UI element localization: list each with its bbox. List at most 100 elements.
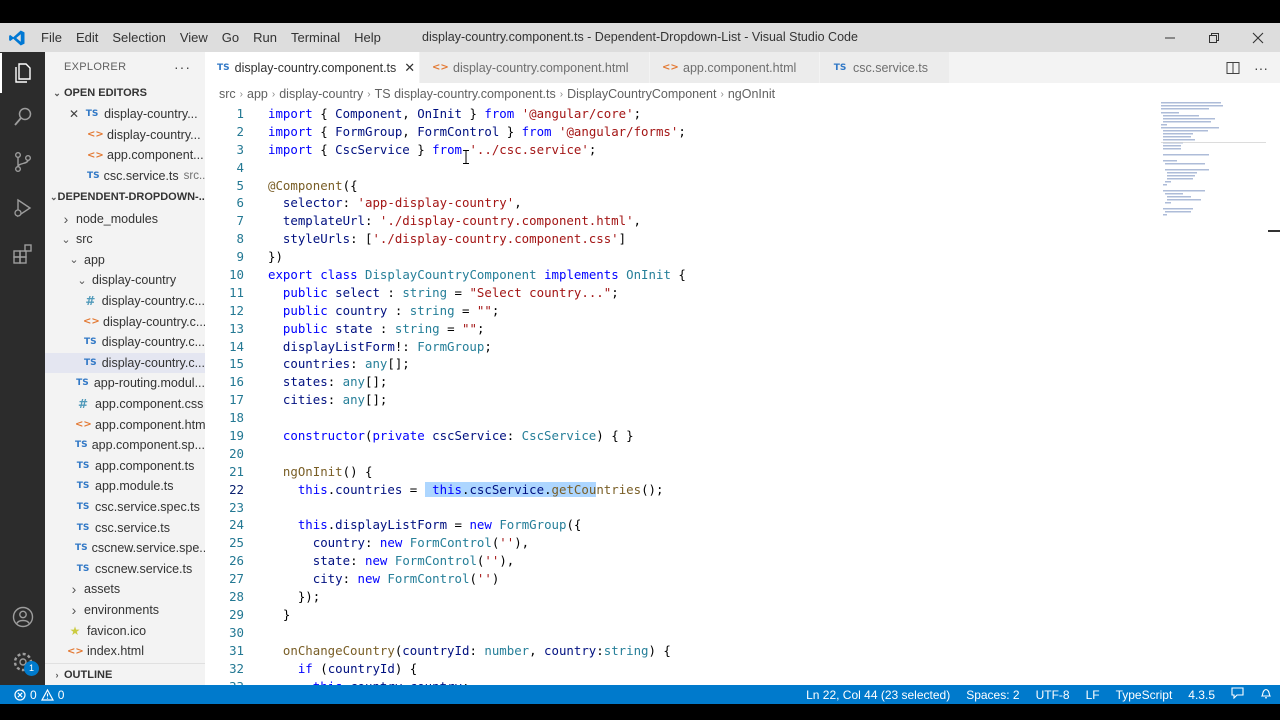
restore-button[interactable] — [1192, 23, 1236, 52]
tree-file[interactable]: # app.component.css — [45, 394, 205, 415]
breadcrumb-item[interactable]: DisplayCountryComponent — [567, 87, 716, 101]
open-editor-item[interactable]: <> app.component... — [45, 145, 205, 166]
code-line[interactable]: 16 states: any[]; — [205, 373, 1280, 391]
tree-file[interactable]: TS display-country.c... — [45, 352, 205, 374]
tab-display-country-component-ts[interactable]: TS display-country.component.ts ✕ — [205, 52, 420, 83]
code-line[interactable]: 21 ngOnInit() { — [205, 463, 1280, 481]
code-line[interactable]: 8 styleUrls: ['./display-country.compone… — [205, 230, 1280, 248]
tree-folder[interactable]: › environments — [45, 600, 205, 621]
menu-view[interactable]: View — [173, 23, 215, 52]
code-line[interactable]: 9}) — [205, 248, 1280, 266]
code-line[interactable]: 27 city: new FormControl('') — [205, 570, 1280, 588]
source-control-activity-button[interactable] — [0, 142, 45, 182]
close-window-button[interactable] — [1236, 23, 1280, 52]
indentation[interactable]: Spaces: 2 — [958, 688, 1027, 702]
menu-file[interactable]: File — [34, 23, 69, 52]
menu-go[interactable]: Go — [215, 23, 246, 52]
tree-file[interactable]: <> app.component.html — [45, 414, 205, 435]
problems-indicator[interactable]: 0 0 — [0, 688, 64, 702]
code-line[interactable]: 19 constructor(private cscService: CscSe… — [205, 427, 1280, 445]
open-editor-item[interactable]: TScsc.service.ts src... — [45, 166, 205, 187]
code-line[interactable]: 22 this.countries = this.cscService.getC… — [205, 481, 1280, 499]
code-line[interactable]: 31 onChangeCountry(countryId: number, co… — [205, 642, 1280, 660]
code-line[interactable]: 26 state: new FormControl(''), — [205, 552, 1280, 570]
code-line[interactable]: 7 templateUrl: './display-country.compon… — [205, 212, 1280, 230]
tree-file[interactable]: TS cscnew.service.ts — [45, 558, 205, 579]
end-of-line[interactable]: LF — [1078, 688, 1108, 702]
explorer-activity-button[interactable] — [0, 53, 45, 93]
breadcrumb-item[interactable]: src — [219, 87, 236, 101]
tree-file[interactable]: TS app.module.ts — [45, 476, 205, 497]
project-section[interactable]: ⌄ DEPENDENT-DROPDOWN-... — [45, 186, 205, 208]
code-line[interactable]: 17 cities: any[]; — [205, 391, 1280, 409]
code-line[interactable]: 30 — [205, 624, 1280, 642]
open-editor-item[interactable]: <> display-country... — [45, 125, 205, 146]
code-line[interactable]: 18 — [205, 409, 1280, 427]
code-line[interactable]: 32 if (countryId) { — [205, 660, 1280, 678]
code-editor[interactable]: 1 import { Component, OnInit } from '@ang… — [205, 105, 1280, 685]
accounts-activity-button[interactable] — [0, 597, 45, 637]
code-line[interactable]: 6 selector: 'app-display-country', — [205, 194, 1280, 212]
outline-section[interactable]: › OUTLINE — [45, 663, 205, 685]
tree-folder[interactable]: ⌄ src — [45, 229, 205, 250]
close-icon[interactable]: ✕ — [404, 60, 415, 76]
menu-terminal[interactable]: Terminal — [284, 23, 347, 52]
tab-display-country-component-html[interactable]: <> display-country.component.html — [420, 52, 650, 83]
code-line[interactable]: 33 this.country=country; — [205, 678, 1280, 686]
menu-selection[interactable]: Selection — [105, 23, 172, 52]
tree-file[interactable]: TS csc.service.spec.ts — [45, 497, 205, 518]
language-mode[interactable]: TypeScript — [1108, 688, 1181, 702]
tree-file[interactable]: # display-country.c... — [45, 291, 205, 312]
more-actions-icon[interactable]: ··· — [1254, 60, 1268, 76]
scrollbar-indicator[interactable] — [1268, 230, 1280, 232]
tree-file[interactable]: ★ favicon.ico — [45, 620, 205, 641]
code-line[interactable]: 29 } — [205, 606, 1280, 624]
run-debug-activity-button[interactable] — [0, 188, 45, 228]
code-line[interactable]: 13 public state : string = ""; — [205, 320, 1280, 338]
tree-folder[interactable]: ⌄ display-country — [45, 270, 205, 291]
tab-app-component-html[interactable]: <> app.component.html — [650, 52, 820, 83]
manage-activity-button[interactable]: 1 — [0, 642, 45, 682]
tree-file[interactable]: TS app-routing.modul... — [45, 373, 205, 394]
tab-csc-service-ts[interactable]: TS csc.service.ts — [820, 52, 950, 83]
code-line[interactable]: 2 import { FormGroup, FormControl } from … — [205, 123, 1280, 141]
code-line[interactable]: 1 import { Component, OnInit } from '@ang… — [205, 105, 1280, 123]
breadcrumb-item[interactable]: display-country — [279, 87, 363, 101]
split-editor-icon[interactable] — [1226, 61, 1240, 75]
cursor-position[interactable]: Ln 22, Col 44 (23 selected) — [798, 688, 958, 702]
code-line[interactable]: 20 — [205, 445, 1280, 463]
open-editors-section[interactable]: ⌄ OPEN EDITORS — [45, 82, 205, 104]
tree-folder[interactable]: ⌄ app — [45, 250, 205, 271]
code-line[interactable]: 24 this.displayListForm = new FormGroup(… — [205, 516, 1280, 534]
open-editor-item[interactable]: ✕ TS display-country... — [45, 104, 205, 125]
code-line[interactable]: 25 country: new FormControl(''), — [205, 534, 1280, 552]
tree-folder[interactable]: › assets — [45, 579, 205, 600]
breadcrumb-item[interactable]: app — [247, 87, 268, 101]
encoding[interactable]: UTF-8 — [1028, 688, 1078, 702]
tree-file[interactable]: TS cscnew.service.spe... — [45, 538, 205, 559]
tree-file[interactable]: <> index.html — [45, 641, 205, 662]
tree-file[interactable]: TS csc.service.ts — [45, 517, 205, 538]
search-activity-button[interactable] — [0, 97, 45, 137]
tree-file[interactable]: TS app.component.sp... — [45, 435, 205, 456]
code-line[interactable]: 5 @Component({ — [205, 177, 1280, 195]
bell-icon[interactable] — [1252, 687, 1280, 702]
code-line[interactable]: 28 }); — [205, 588, 1280, 606]
tree-folder[interactable]: › node_modules — [45, 208, 205, 229]
menu-edit[interactable]: Edit — [69, 23, 105, 52]
breadcrumb-item[interactable]: ngOnInit — [728, 87, 775, 101]
code-line[interactable]: 4 — [205, 159, 1280, 177]
close-icon[interactable]: ✕ — [69, 107, 79, 121]
minimize-button[interactable] — [1148, 23, 1192, 52]
tree-file[interactable]: TS app.component.ts — [45, 456, 205, 477]
code-line[interactable]: 10 export class DisplayCountryComponent i… — [205, 266, 1280, 284]
tree-file[interactable]: <> display-country.c... — [45, 311, 205, 332]
minimap[interactable] — [1161, 102, 1266, 222]
tree-file[interactable]: TS display-country.c... — [45, 332, 205, 353]
code-line[interactable]: 3 import { CscService } from '../csc.serv… — [205, 141, 1280, 159]
extensions-activity-button[interactable] — [0, 234, 45, 274]
code-line[interactable]: 23 — [205, 499, 1280, 517]
code-line[interactable]: 14 displayListForm!: FormGroup; — [205, 338, 1280, 356]
menu-run[interactable]: Run — [246, 23, 284, 52]
typescript-version[interactable]: 4.3.5 — [1180, 688, 1223, 702]
